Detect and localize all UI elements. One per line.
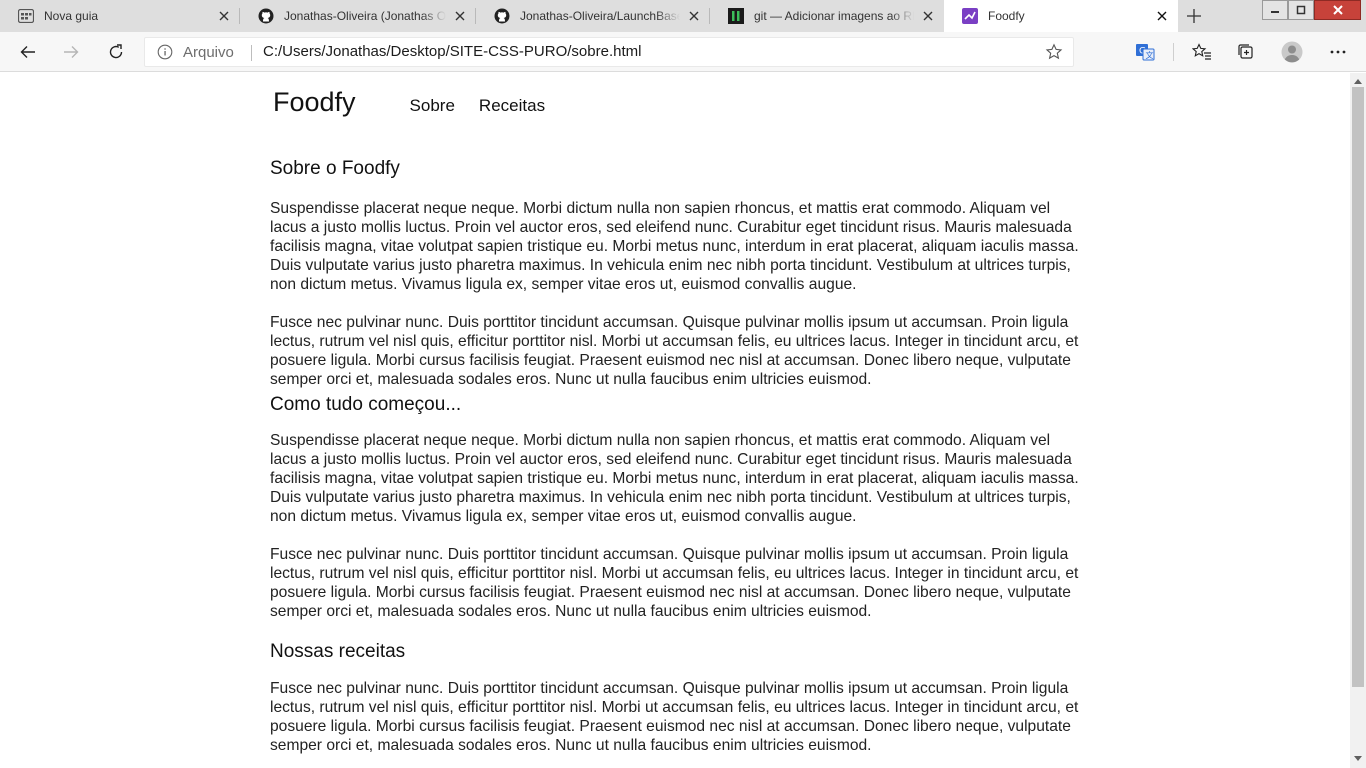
nav-link-sobre[interactable]: Sobre: [410, 96, 455, 116]
tab-close-icon[interactable]: [450, 6, 470, 26]
svg-text:文: 文: [1146, 50, 1154, 60]
tab-title: Foodfy: [988, 9, 1025, 23]
profile-avatar-icon[interactable]: [1278, 38, 1306, 66]
section-heading-como: Como tudo começou...: [270, 393, 462, 415]
github-icon: [258, 8, 274, 24]
tab-close-icon[interactable]: [684, 6, 704, 26]
github-icon: [494, 8, 510, 24]
url-text[interactable]: C:/Users/Jonathas/Desktop/SITE-CSS-PURO/…: [263, 43, 641, 60]
refresh-icon[interactable]: [102, 38, 130, 66]
tab-git-readme[interactable]: git — Adicionar imagens ao README.md: [710, 0, 944, 32]
section-heading-receitas: Nossas receitas: [270, 640, 406, 662]
more-options-icon[interactable]: [1324, 38, 1352, 66]
scroll-down-icon[interactable]: [1354, 755, 1362, 763]
tab-title: Jonathas-Oliveira/LaunchBase: Bootcamp: [520, 9, 680, 23]
tab-github-repo[interactable]: Jonathas-Oliveira/LaunchBase: Bootcamp: [476, 0, 710, 32]
address-bar[interactable]: Arquivo C:/Users/Jonathas/Desktop/SITE-C…: [144, 37, 1074, 67]
site-header: Foodfy Sobre Receitas: [273, 87, 569, 118]
new-tab-button[interactable]: [1180, 2, 1208, 30]
main-nav: Sobre Receitas: [410, 96, 570, 116]
page-content: Sobre o Foodfy Suspendisse placerat nequ…: [270, 158, 1082, 755]
scrollbar-thumb[interactable]: [1352, 87, 1364, 687]
tab-title: git — Adicionar imagens ao README.md: [754, 9, 914, 23]
tab-github-profile[interactable]: Jonathas-Oliveira (Jonathas Oliveira): [240, 0, 476, 32]
favorites-icon[interactable]: [1188, 38, 1216, 66]
toolbar-divider: [1173, 43, 1174, 61]
collections-icon[interactable]: [1232, 38, 1260, 66]
tab-close-icon[interactable]: [214, 6, 234, 26]
page-viewport: Foodfy Sobre Receitas Sobre o Foodfy Sus…: [0, 73, 1350, 768]
tab-close-icon[interactable]: [918, 6, 938, 26]
section-paragraph: Fusce nec pulvinar nunc. Duis porttitor …: [270, 313, 1079, 388]
tab-title: Nova guia: [44, 9, 99, 23]
vertical-scrollbar[interactable]: [1350, 73, 1366, 768]
close-window-icon[interactable]: [1314, 0, 1361, 20]
tab-title: Jonathas-Oliveira (Jonathas Oliveira): [284, 9, 446, 23]
scroll-up-icon[interactable]: [1354, 77, 1362, 85]
favorite-star-icon[interactable]: [1045, 43, 1063, 66]
section-paragraph: Suspendisse placerat neque neque. Morbi …: [270, 199, 1079, 293]
site-security-label: Arquivo: [183, 44, 234, 61]
address-divider: [251, 45, 252, 61]
tab-nova-guia[interactable]: Nova guia: [0, 0, 240, 32]
section-paragraph: Fusce nec pulvinar nunc. Duis porttitor …: [270, 680, 1079, 755]
tab-strip: Nova guia Jonathas-Oliveira (Jonathas Ol…: [0, 0, 1366, 32]
tab-close-icon[interactable]: [1152, 6, 1172, 26]
new-tab-page-icon: [18, 8, 34, 24]
browser-toolbar: Arquivo C:/Users/Jonathas/Desktop/SITE-C…: [0, 32, 1366, 72]
maximize-window-icon[interactable]: [1288, 0, 1314, 20]
back-icon[interactable]: [14, 38, 42, 66]
section-heading-sobre: Sobre o Foodfy: [270, 158, 400, 179]
visual-studio-icon: [962, 8, 978, 24]
stackoverflow-icon: [728, 8, 744, 24]
nav-link-receitas[interactable]: Receitas: [479, 96, 545, 116]
site-logo[interactable]: Foodfy: [273, 87, 356, 118]
section-paragraph: Suspendisse placerat neque neque. Morbi …: [270, 431, 1079, 525]
tab-foodfy[interactable]: Foodfy: [944, 0, 1178, 32]
translate-icon[interactable]: G文: [1131, 38, 1159, 66]
section-paragraph: Fusce nec pulvinar nunc. Duis porttitor …: [270, 545, 1079, 620]
forward-icon[interactable]: [57, 38, 85, 66]
info-icon[interactable]: [157, 44, 173, 65]
minimize-window-icon[interactable]: [1262, 0, 1288, 20]
